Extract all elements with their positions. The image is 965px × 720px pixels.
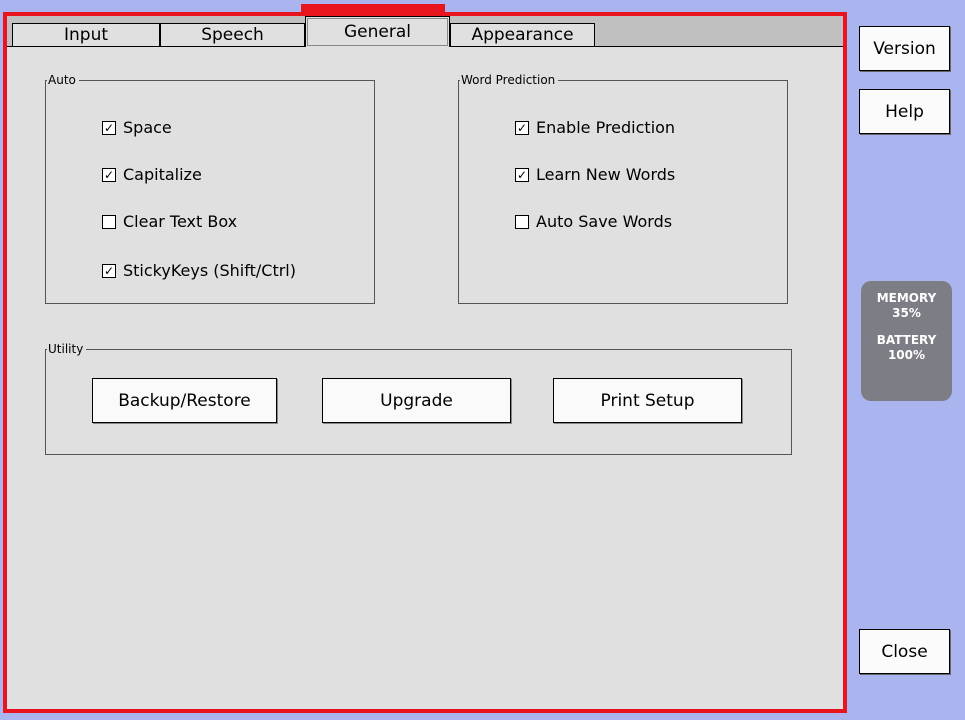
learn-new-words-checkbox[interactable]: ✓ Learn New Words [515,165,675,184]
version-button[interactable]: Version [859,26,950,71]
memory-value: 35% [892,306,921,320]
battery-value: 100% [887,348,926,362]
word-prediction-group: Word Prediction ✓ Enable Prediction ✓ Le… [458,72,788,304]
settings-panel: Input Speech General Appearance Auto ✓ S… [3,12,847,713]
utility-group: Utility Backup/Restore Upgrade Print Set… [45,341,792,455]
auto-clear-text-box-checkbox[interactable]: Clear Text Box [102,212,237,231]
checkbox-label: Clear Text Box [123,212,238,231]
help-button[interactable]: Help [859,89,950,134]
print-setup-button[interactable]: Print Setup [553,378,742,423]
auto-capitalize-checkbox[interactable]: ✓ Capitalize [102,165,202,184]
status-indicator: MEMORY 35% BATTERY 100% [861,281,952,401]
auto-space-checkbox[interactable]: ✓ Space [102,118,172,137]
auto-stickykeys-checkbox[interactable]: ✓ StickyKeys (Shift/Ctrl) [102,261,296,280]
tab-appearance[interactable]: Appearance [450,23,595,46]
checkbox-label: Capitalize [123,165,202,184]
memory-label: MEMORY [876,291,937,305]
checkbox-checked-icon: ✓ [515,120,529,135]
auto-save-words-checkbox[interactable]: Auto Save Words [515,212,672,231]
checkbox-label: Auto Save Words [536,212,673,231]
auto-group: Auto ✓ Space ✓ Capitalize Clear Text Box… [45,72,375,304]
tab-speech[interactable]: Speech [160,23,305,46]
checkbox-checked-icon: ✓ [102,263,116,278]
tab-bar: Input Speech General Appearance [7,16,843,47]
checkbox-checked-icon: ✓ [102,167,116,182]
checkbox-unchecked-icon [102,214,116,229]
battery-label: BATTERY [876,333,937,347]
word-prediction-group-title: Word Prediction [460,72,559,88]
close-button[interactable]: Close [859,629,950,674]
checkbox-checked-icon: ✓ [515,167,529,182]
checkbox-checked-icon: ✓ [102,120,116,135]
checkbox-label: Space [123,118,172,137]
checkbox-label: Learn New Words [536,165,676,184]
checkbox-unchecked-icon [515,214,529,229]
backup-restore-button[interactable]: Backup/Restore [92,378,277,423]
tab-general[interactable]: General [305,16,450,47]
enable-prediction-checkbox[interactable]: ✓ Enable Prediction [515,118,675,137]
auto-group-title: Auto [47,72,79,88]
tab-input[interactable]: Input [12,23,160,46]
checkbox-label: Enable Prediction [536,118,676,137]
checkbox-label: StickyKeys (Shift/Ctrl) [123,261,296,280]
utility-group-title: Utility [47,341,87,357]
upgrade-button[interactable]: Upgrade [322,378,511,423]
